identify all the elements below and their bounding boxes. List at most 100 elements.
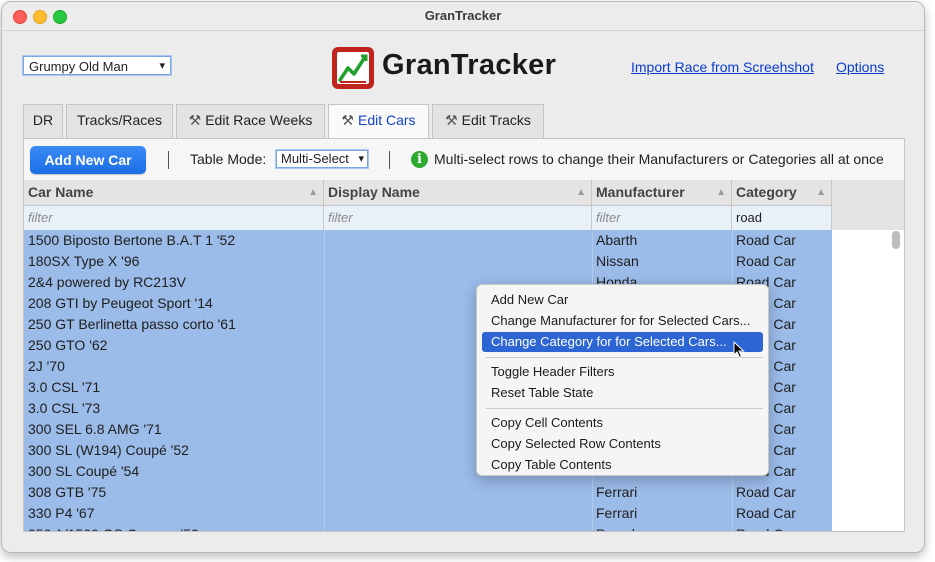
cell-display-name (324, 524, 592, 531)
column-header-category[interactable]: Category ▲ (732, 180, 832, 205)
info-icon: i (411, 151, 428, 168)
tab-label: Edit Cars (357, 112, 416, 128)
table-row[interactable]: 180SX Type X '96 Nissan Road Car (24, 251, 832, 272)
app-logo-icon (332, 47, 374, 89)
cell-car-name: 3.0 CSL '73 (28, 400, 101, 416)
tools-icon: ⚒ (341, 112, 354, 128)
import-race-link[interactable]: Import Race from Screehshot (631, 59, 814, 75)
cell-car-name: 250 GTO '62 (28, 337, 108, 353)
cell-category: Road Car (736, 253, 796, 269)
filter-car-name-input[interactable]: filter (24, 206, 324, 230)
cell-category: Road Car (732, 524, 832, 531)
cars-table: Car Name ▲ Display Name ▲ Manufacturer ▲ Ca… (24, 180, 904, 531)
cell-manufacturer: Ferrari (596, 484, 638, 500)
column-header-label: Display Name (328, 184, 420, 200)
tab-label: DR (32, 112, 54, 128)
cell-car-name: 300 SL Coupé '54 (28, 463, 140, 479)
tab-dr[interactable]: DR (23, 104, 63, 138)
column-header-display-name[interactable]: Display Name ▲ (324, 180, 592, 205)
title-bar: GranTracker (2, 2, 924, 31)
cell-category: Road Car (736, 484, 796, 500)
table-mode-value: Multi-Select (281, 151, 349, 166)
options-link[interactable]: Options (836, 59, 884, 75)
table-row[interactable]: 308 GTB '75 Ferrari Road Car (24, 482, 832, 503)
tools-icon: ⚒ (445, 112, 458, 128)
sort-icon: ▲ (576, 187, 586, 198)
logo-text: GranTracker (382, 49, 557, 81)
cell-display-name (324, 251, 592, 272)
cell-car-name: 330 P4 '67 (28, 505, 95, 521)
context-menu: Add New Car Change Manufacturer for for S… (476, 284, 769, 476)
info-text: Multi-select rows to change their Manufa… (434, 151, 884, 167)
table-header: Car Name ▲ Display Name ▲ Manufacturer ▲ Ca… (24, 180, 832, 206)
cell-category: Road Car (736, 505, 796, 521)
cell-display-name (324, 230, 592, 251)
cell-manufacturer: Abarth (596, 232, 638, 248)
cell-car-name: 2&4 powered by RC213V (28, 274, 186, 290)
cell-display-name (324, 503, 592, 524)
menu-separator (486, 408, 763, 409)
table-row[interactable]: 350 A/1500 GS Camaro '52 PorscheRoad Car (24, 524, 832, 531)
filter-manufacturer-input[interactable]: filter (592, 206, 732, 230)
table-row[interactable]: 1500 Biposto Bertone B.A.T 1 '52 Abarth Ro… (24, 230, 832, 251)
app-window: GranTracker Grumpy Old Man ▾ GranTracker… (1, 1, 925, 553)
filter-row: filter filter filter road (24, 206, 832, 231)
column-header-car-name[interactable]: Car Name ▲ (24, 180, 324, 205)
cell-car-name: 1500 Biposto Bertone B.A.T 1 '52 (28, 232, 236, 248)
cell-display-name (324, 482, 592, 503)
header-filler (832, 180, 904, 230)
column-header-label: Category (736, 184, 797, 200)
mouse-cursor-icon (733, 341, 745, 359)
edit-cars-panel: Add New Car Table Mode: Multi-Select ▾ i… (23, 138, 905, 532)
vertical-scrollbar[interactable] (892, 231, 900, 249)
sort-icon: ▲ (308, 187, 318, 198)
cell-car-name: 350 A/1500 GS Camaro '52 (24, 524, 324, 531)
cell-car-name: 300 SL (W194) Coupé '52 (28, 442, 189, 458)
menu-item[interactable]: Add New Car (482, 290, 763, 310)
toolbar-divider (389, 151, 390, 169)
menu-separator (486, 357, 763, 358)
user-select-value: Grumpy Old Man (29, 59, 128, 74)
tab-edit-tracks[interactable]: ⚒ Edit Tracks (432, 104, 544, 138)
menu-item[interactable]: Change Category for for Selected Cars... (482, 332, 763, 352)
menu-item[interactable]: Copy Selected Row Contents (482, 434, 763, 454)
menu-item[interactable]: Copy Table Contents (482, 455, 763, 475)
cell-manufacturer: Porsche (592, 524, 732, 531)
cell-manufacturer: Nissan (596, 253, 639, 269)
cell-manufacturer: Ferrari (596, 505, 638, 521)
cell-car-name: 300 SEL 6.8 AMG '71 (28, 421, 162, 437)
chevron-down-icon: ▾ (159, 60, 165, 72)
cell-car-name: 180SX Type X '96 (28, 253, 140, 269)
column-header-manufacturer[interactable]: Manufacturer ▲ (592, 180, 732, 205)
filter-category-input[interactable]: road (732, 206, 832, 230)
cell-car-name: 208 GTI by Peugeot Sport '14 (28, 295, 213, 311)
tab-label: Edit Race Weeks (205, 112, 313, 128)
column-header-label: Car Name (28, 184, 94, 200)
chevron-down-icon: ▾ (358, 153, 364, 165)
table-row[interactable]: 330 P4 '67 Ferrari Road Car (24, 503, 832, 524)
menu-item[interactable]: Change Manufacturer for for Selected Car… (482, 311, 763, 331)
tab-edit-race-weeks[interactable]: ⚒ Edit Race Weeks (176, 104, 325, 138)
sort-icon: ▲ (716, 187, 726, 198)
tab-tracks-races[interactable]: Tracks/Races (66, 104, 173, 138)
cell-car-name: 250 GT Berlinetta passo corto '61 (28, 316, 236, 332)
cell-car-name: 2J '70 (28, 358, 65, 374)
menu-item[interactable]: Copy Cell Contents (482, 413, 763, 433)
cell-category: Road Car (736, 232, 796, 248)
cell-car-name: 3.0 CSL '71 (28, 379, 101, 395)
filter-display-name-input[interactable]: filter (324, 206, 592, 230)
menu-item[interactable]: Toggle Header Filters (482, 362, 763, 382)
table-mode-label: Table Mode: (190, 151, 267, 167)
sort-icon: ▲ (816, 187, 826, 198)
column-header-label: Manufacturer (596, 184, 685, 200)
tab-edit-cars[interactable]: ⚒ Edit Cars (328, 104, 429, 140)
add-new-car-button[interactable]: Add New Car (30, 146, 146, 174)
menu-item[interactable]: Reset Table State (482, 383, 763, 403)
toolbar: Add New Car Table Mode: Multi-Select ▾ i… (24, 139, 904, 181)
tab-label: Tracks/Races (76, 112, 163, 128)
tools-icon: ⚒ (188, 112, 202, 128)
window-title: GranTracker (424, 8, 502, 23)
toolbar-divider (168, 151, 169, 169)
user-select[interactable]: Grumpy Old Man ▾ (23, 56, 171, 75)
table-mode-select[interactable]: Multi-Select ▾ (276, 150, 368, 168)
